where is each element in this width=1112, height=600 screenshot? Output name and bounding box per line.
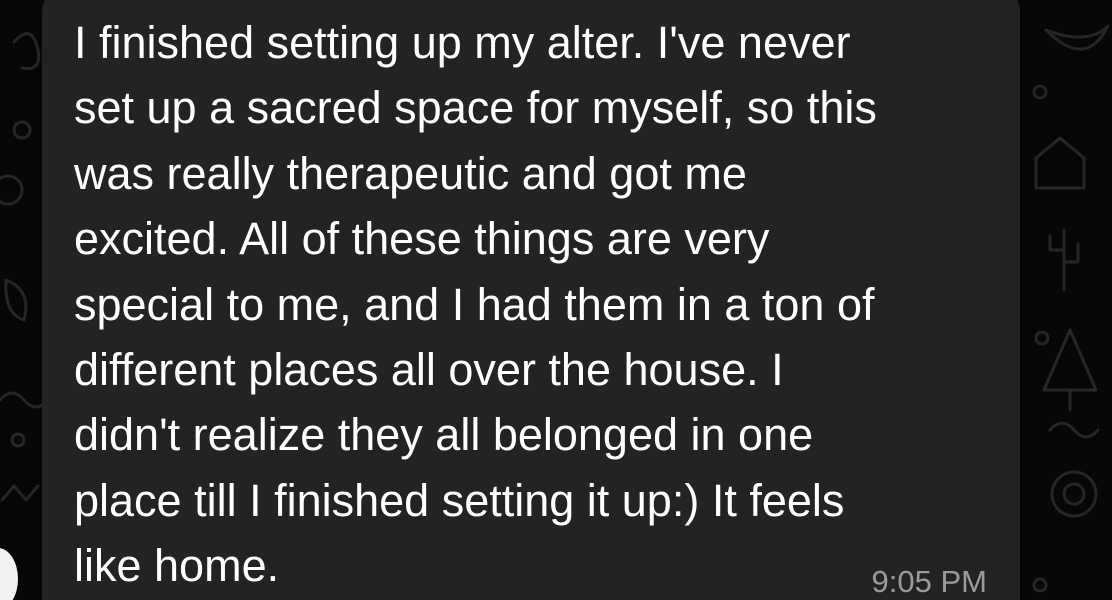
doodle-swirl-icon — [12, 32, 41, 71]
doodle-cactus-icon — [1048, 228, 1080, 292]
doodle-ring-icon — [12, 120, 32, 140]
doodle-house-icon — [1034, 136, 1086, 190]
message-line: I finished setting up my alter. I've nev… — [74, 17, 851, 68]
message-timestamp: 9:05 PM — [871, 564, 987, 599]
doodle-zigzag-icon — [0, 484, 40, 502]
doodle-leaf-icon — [4, 278, 28, 322]
doodle-ring-icon — [1032, 84, 1048, 100]
message-line: was really therapeutic and got me — [74, 147, 747, 199]
message-line: like home. — [74, 540, 280, 592]
message-line: different places all over the house. I — [74, 344, 784, 396]
doodle-ring-icon — [1032, 577, 1048, 593]
doodle-moon-icon — [1044, 24, 1110, 51]
message-line: excited. All of these things are very — [74, 213, 770, 265]
doodle-tree-icon — [1042, 328, 1098, 412]
doodle-wave-icon — [1048, 421, 1100, 439]
doodle-ring-icon — [0, 174, 24, 206]
message-line: special to me, and I had them in a ton o… — [74, 278, 875, 330]
message-text: I finished setting up my alter. I've nev… — [74, 10, 1004, 599]
doodle-target-icon — [1062, 482, 1086, 506]
chat-background: I finished setting up my alter. I've nev… — [0, 0, 1112, 600]
message-line: set up a sacred space for myself, so thi… — [74, 82, 877, 134]
doodle-wave-icon — [0, 391, 50, 409]
doodle-ring-icon — [1034, 330, 1050, 346]
doodle-target-icon — [1050, 470, 1098, 518]
message-line: place till I finished setting it up:) It… — [74, 474, 845, 526]
doodle-ring-icon — [10, 432, 26, 448]
message-line: didn't realize they all belonged in one — [74, 409, 814, 461]
